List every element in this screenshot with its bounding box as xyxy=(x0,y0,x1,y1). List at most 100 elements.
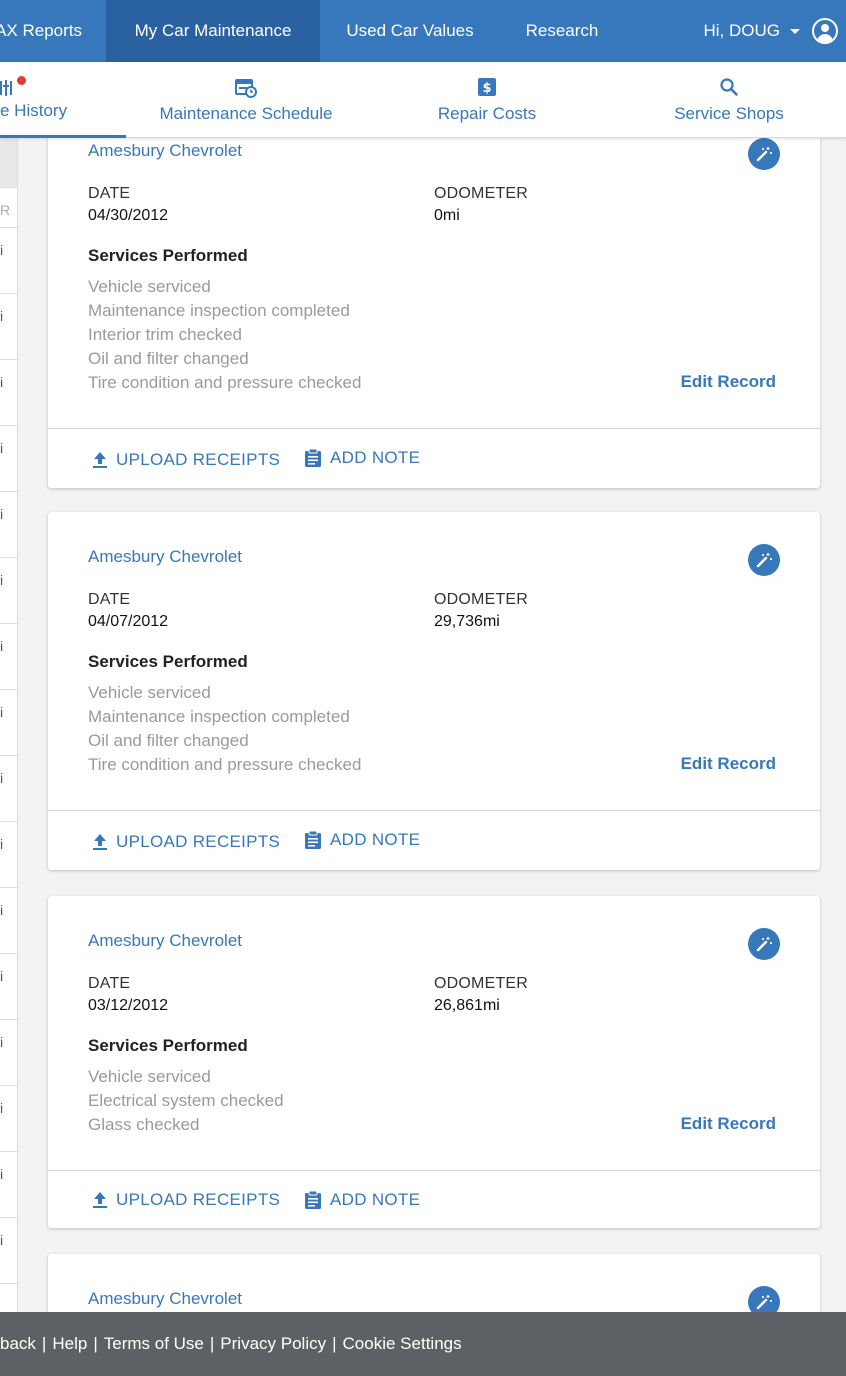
footer-link-cookie-settings[interactable]: Cookie Settings xyxy=(343,1334,462,1354)
divider xyxy=(48,428,820,429)
add-note-button[interactable]: ADD NOTE xyxy=(304,448,420,468)
nav-research[interactable]: Research xyxy=(500,0,624,62)
nav-used-car-values[interactable]: Used Car Values xyxy=(320,0,500,62)
tab-label: Service Shops xyxy=(674,104,784,123)
separator: | xyxy=(41,1334,47,1353)
separator: | xyxy=(332,1334,337,1353)
table-row[interactable]: i xyxy=(0,690,17,756)
service-history-icon xyxy=(0,78,14,103)
edit-record-fab[interactable] xyxy=(748,544,780,576)
add-note-button[interactable]: ADD NOTE xyxy=(304,1190,420,1210)
list-item: Vehicle serviced xyxy=(88,683,211,702)
service-record-card: Amesbury Chevrolet DATE 04/07/2012 ODOME… xyxy=(48,512,820,870)
date-label: DATE xyxy=(88,185,131,202)
table-row[interactable]: i xyxy=(0,624,17,690)
shop-name-link[interactable]: Amesbury Chevrolet xyxy=(88,141,242,161)
list-item: Tire condition and pressure checked xyxy=(88,373,362,392)
odometer-label: ODOMETER xyxy=(434,975,529,992)
clipboard-icon xyxy=(305,830,321,849)
table-row[interactable]: i xyxy=(0,756,17,822)
shop-name-link[interactable]: Amesbury Chevrolet xyxy=(88,931,242,951)
magic-wand-icon xyxy=(756,553,772,568)
list-item: Maintenance inspection completed xyxy=(88,707,350,726)
notification-dot xyxy=(17,76,26,85)
odometer-value: 29,736mi xyxy=(434,613,500,630)
table-row[interactable]: i xyxy=(0,1020,17,1086)
tab-service-shops[interactable]: Service Shops xyxy=(608,62,846,138)
list-item: Tire condition and pressure checked xyxy=(88,755,362,774)
date-value: 04/30/2012 xyxy=(88,207,169,224)
edit-record-button[interactable]: Edit Record xyxy=(681,754,776,774)
footer-link-help[interactable]: Help xyxy=(52,1334,87,1354)
table-column-header: R xyxy=(0,188,17,228)
table-row[interactable]: i xyxy=(0,360,17,426)
nav-label: Research xyxy=(525,21,599,40)
table-row[interactable]: i xyxy=(0,1218,17,1284)
clipboard-icon xyxy=(305,448,321,467)
services-performed-heading: Services Performed xyxy=(88,246,248,265)
table-row[interactable]: i xyxy=(0,492,17,558)
list-item: Vehicle serviced xyxy=(88,277,211,296)
footer-link-feedback[interactable]: back xyxy=(0,1334,36,1354)
upload-receipts-button[interactable]: UPLOAD RECEIPTS xyxy=(92,450,280,470)
svg-text:$: $ xyxy=(482,81,491,96)
date-label: DATE xyxy=(88,591,131,608)
edit-record-button[interactable]: Edit Record xyxy=(681,372,776,392)
upload-icon xyxy=(93,834,107,850)
table-row[interactable]: i xyxy=(0,1152,17,1218)
history-table-edge: R i i i i i i i i i i i i i i i i xyxy=(0,138,18,1312)
tab-repair-costs[interactable]: $ Repair Costs xyxy=(366,62,608,138)
account-circle-icon xyxy=(812,18,838,44)
separator: | xyxy=(209,1334,215,1353)
nav-label: My Car Maintenance xyxy=(134,21,292,40)
edit-record-fab[interactable] xyxy=(748,928,780,960)
table-row[interactable]: i xyxy=(0,1086,17,1152)
footer-link-privacy[interactable]: Privacy Policy xyxy=(220,1334,326,1354)
edit-record-fab[interactable] xyxy=(748,138,780,170)
tab-maintenance-schedule[interactable]: Maintenance Schedule xyxy=(126,62,366,138)
upload-icon xyxy=(93,1192,107,1208)
table-row[interactable]: i xyxy=(0,558,17,624)
service-record-card: Amesbury Chevrolet DATE 03/12/2012 ODOME… xyxy=(48,896,820,1228)
footer-link-terms[interactable]: Terms of Use xyxy=(104,1334,204,1354)
top-navigation: AX Reports My Car Maintenance Used Car V… xyxy=(0,0,846,62)
shop-name-link[interactable]: Amesbury Chevrolet xyxy=(88,547,242,567)
list-item: Electrical system checked xyxy=(88,1091,284,1110)
services-list: Vehicle serviced Maintenance inspection … xyxy=(88,681,361,777)
list-item: Oil and filter changed xyxy=(88,349,249,368)
table-row[interactable]: i xyxy=(0,426,17,492)
clipboard-icon xyxy=(305,1190,321,1209)
magic-wand-icon xyxy=(756,1295,772,1310)
tab-service-history[interactable]: e History xyxy=(0,62,126,138)
edit-record-button[interactable]: Edit Record xyxy=(681,1114,776,1134)
tab-label: Repair Costs xyxy=(437,104,537,123)
chevron-down-icon xyxy=(790,28,800,34)
services-list: Vehicle serviced Maintenance inspection … xyxy=(88,275,361,395)
magic-wand-icon xyxy=(756,937,772,952)
tab-label: e History xyxy=(0,101,68,120)
table-header xyxy=(0,138,17,188)
list-item: Glass checked xyxy=(88,1115,200,1134)
sub-navigation: e History Maintenance Schedule $ Repair … xyxy=(0,62,846,138)
nav-carfax-reports[interactable]: AX Reports xyxy=(0,0,106,62)
add-note-button[interactable]: ADD NOTE xyxy=(304,830,420,850)
footer: back | Help | Terms of Use | Privacy Pol… xyxy=(0,1312,846,1376)
table-row[interactable]: i xyxy=(0,228,17,294)
odometer-value: 0mi xyxy=(434,207,460,224)
divider xyxy=(48,810,820,811)
user-menu[interactable]: Hi, DOUG xyxy=(704,0,846,62)
table-row[interactable]: i xyxy=(0,822,17,888)
upload-receipts-button[interactable]: UPLOAD RECEIPTS xyxy=(92,1190,280,1210)
date-value: 03/12/2012 xyxy=(88,997,169,1014)
nav-my-car-maintenance[interactable]: My Car Maintenance xyxy=(106,0,320,62)
table-row[interactable]: i xyxy=(0,294,17,360)
search-icon xyxy=(720,78,738,101)
table-row[interactable]: i xyxy=(0,888,17,954)
list-item: Vehicle serviced xyxy=(88,1067,211,1086)
upload-icon xyxy=(93,452,107,468)
shop-name-link[interactable]: Amesbury Chevrolet xyxy=(88,1289,242,1309)
services-performed-heading: Services Performed xyxy=(88,1036,248,1055)
table-row[interactable]: i xyxy=(0,954,17,1020)
upload-receipts-button[interactable]: UPLOAD RECEIPTS xyxy=(92,832,280,852)
list-item: Oil and filter changed xyxy=(88,731,249,750)
